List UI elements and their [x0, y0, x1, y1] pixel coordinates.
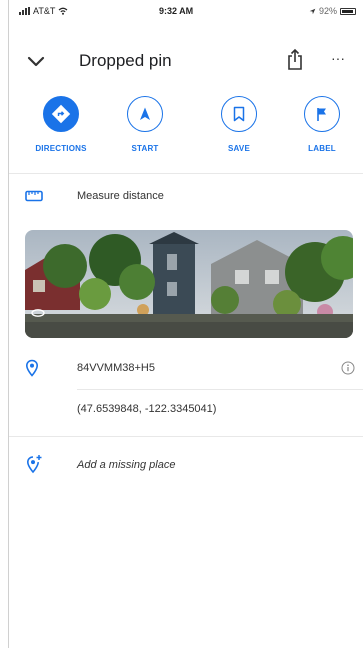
share-icon[interactable] — [285, 48, 305, 72]
directions-label: DIRECTIONS — [35, 144, 87, 153]
coordinates: (47.6539848, -122.3345041) — [77, 403, 217, 415]
coordinates-row[interactable]: (47.6539848, -122.3345041) — [9, 396, 363, 424]
status-right: 92% — [309, 6, 356, 16]
street-view-image — [25, 230, 353, 338]
carrier-name: AT&T — [33, 6, 56, 16]
divider — [9, 436, 363, 437]
start-button[interactable]: START — [105, 96, 185, 153]
plus-code-row[interactable]: 84VVMM38+H5 — [9, 355, 363, 385]
app-screen: AT&T 9:32 AM 92% Dropped pin ··· DIRECTI… — [8, 0, 363, 648]
plus-code: 84VVMM38+H5 — [77, 362, 155, 374]
battery-icon — [340, 7, 356, 15]
location-pin-icon — [25, 359, 39, 377]
navigation-arrow-icon — [127, 96, 163, 132]
street-view-icon — [31, 309, 45, 317]
add-missing-place-row[interactable]: Add a missing place — [9, 452, 363, 480]
divider — [77, 389, 363, 390]
signal-icon — [19, 7, 30, 15]
location-arrow-icon — [309, 8, 316, 14]
street-view-photo[interactable] — [25, 230, 353, 338]
chevron-down-icon[interactable] — [25, 50, 47, 72]
add-missing-place-label: Add a missing place — [77, 459, 176, 471]
info-icon[interactable] — [341, 361, 355, 375]
place-header: Dropped pin ··· — [9, 40, 363, 80]
directions-icon — [43, 96, 79, 132]
action-bar: DIRECTIONS START SAVE LABEL — [9, 96, 363, 162]
label-label: LABEL — [308, 144, 336, 153]
page-title: Dropped pin — [79, 51, 172, 70]
measure-distance-label: Measure distance — [77, 190, 164, 202]
add-location-icon — [26, 455, 42, 474]
save-button[interactable]: SAVE — [199, 96, 279, 153]
flag-icon — [304, 96, 340, 132]
wifi-icon — [58, 7, 68, 15]
more-options-icon[interactable]: ··· — [331, 50, 345, 66]
battery-percent: 92% — [318, 6, 337, 16]
status-time: 9:32 AM — [159, 6, 194, 16]
ruler-icon — [25, 190, 43, 202]
divider — [9, 173, 363, 174]
label-button[interactable]: LABEL — [282, 96, 362, 153]
directions-button[interactable]: DIRECTIONS — [21, 96, 101, 153]
status-bar: AT&T 9:32 AM 92% — [9, 0, 363, 26]
bookmark-icon — [221, 96, 257, 132]
save-label: SAVE — [228, 144, 250, 153]
measure-distance-row[interactable]: Measure distance — [9, 182, 363, 212]
start-label: START — [131, 144, 159, 153]
carrier-group: AT&T — [19, 6, 68, 16]
